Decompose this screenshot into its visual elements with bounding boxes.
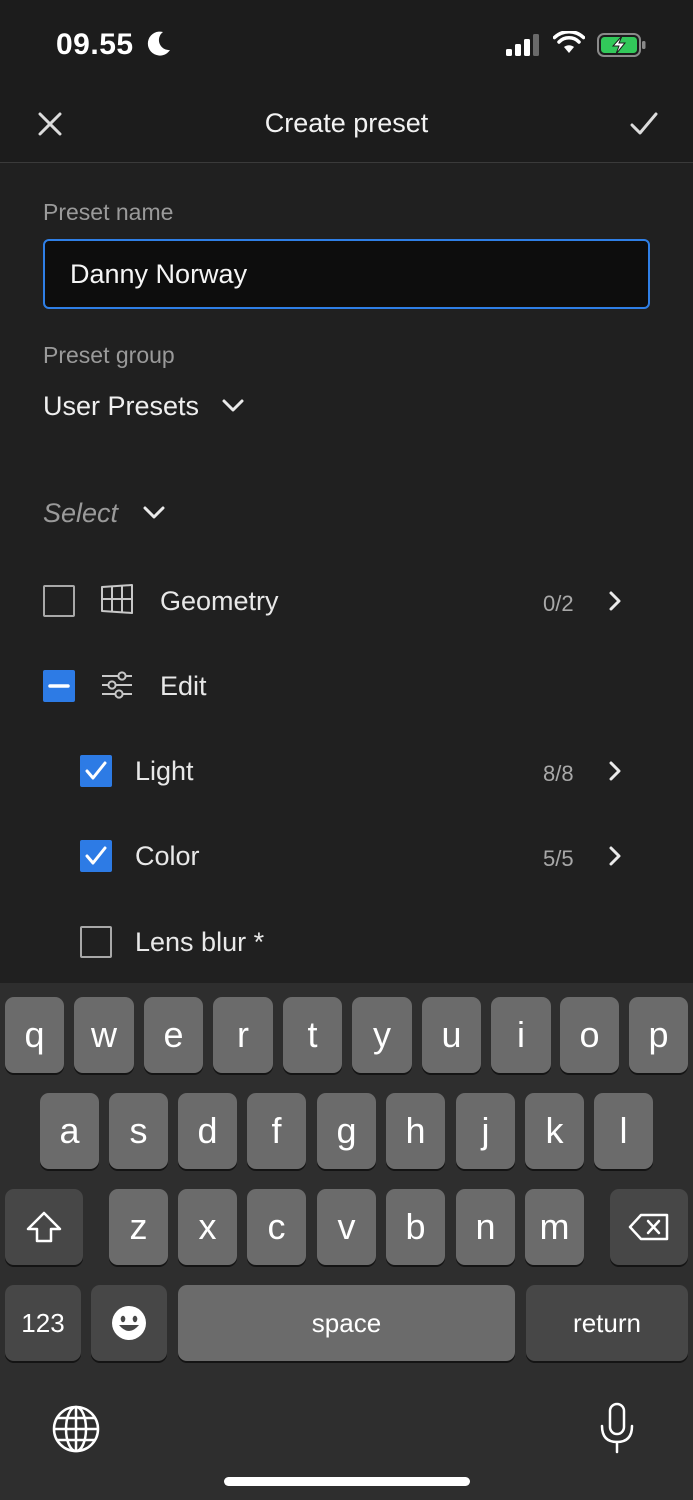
key-w[interactable]: w	[74, 997, 134, 1073]
status-bar: 09.55	[0, 0, 693, 90]
chevron-down-icon	[143, 506, 165, 519]
page-title: Create preset	[264, 108, 429, 138]
chevron-down-icon	[222, 399, 244, 412]
preset-group-value: User Presets	[43, 390, 200, 421]
backspace-key[interactable]	[610, 1189, 688, 1265]
list-item-geometry[interactable]: Geometry 0/2	[0, 566, 693, 636]
key-m[interactable]: m	[525, 1189, 584, 1265]
color-checkbox[interactable]	[80, 840, 112, 872]
geometry-label: Geometry	[160, 586, 279, 616]
moon-icon	[147, 31, 170, 56]
list-item-lens-blur[interactable]: Lens blur *	[0, 907, 693, 977]
key-o[interactable]: o	[560, 997, 619, 1073]
list-item-color[interactable]: Color 5/5	[0, 821, 693, 891]
key-q[interactable]: q	[5, 997, 64, 1073]
key-z[interactable]: z	[109, 1189, 168, 1265]
microphone-icon[interactable]	[598, 1402, 636, 1456]
key-j[interactable]: j	[456, 1093, 515, 1169]
edit-label: Edit	[160, 671, 207, 701]
key-t[interactable]: t	[283, 997, 342, 1073]
preset-name-input[interactable]	[43, 239, 650, 309]
return-key[interactable]: return	[526, 1285, 688, 1361]
key-b[interactable]: b	[386, 1189, 445, 1265]
globe-icon[interactable]	[51, 1404, 101, 1454]
chevron-right-icon[interactable]	[607, 845, 623, 867]
geometry-grid-icon	[101, 584, 133, 614]
checkmark-icon	[85, 761, 107, 780]
preset-group-dropdown[interactable]: User Presets	[43, 386, 245, 426]
edit-checkbox[interactable]	[43, 670, 75, 702]
light-checkbox[interactable]	[80, 755, 112, 787]
key-g[interactable]: g	[317, 1093, 376, 1169]
cellular-signal-icon	[506, 34, 539, 56]
key-x[interactable]: x	[178, 1189, 237, 1265]
key-k[interactable]: k	[525, 1093, 584, 1169]
home-indicator[interactable]	[224, 1477, 470, 1486]
header-bar: Create preset	[0, 90, 693, 163]
backspace-icon	[628, 1213, 669, 1241]
key-e[interactable]: e	[144, 997, 203, 1073]
keyboard: q w e r t y u i o p a s d f g h j k l z …	[0, 983, 693, 1500]
confirm-button[interactable]	[623, 104, 665, 144]
key-y[interactable]: y	[352, 997, 412, 1073]
preset-name-label: Preset name	[43, 199, 174, 225]
preset-group-label: Preset group	[43, 342, 175, 368]
key-l[interactable]: l	[594, 1093, 653, 1169]
key-n[interactable]: n	[456, 1189, 515, 1265]
numbers-key[interactable]: 123	[5, 1285, 81, 1361]
emoji-key[interactable]	[91, 1285, 167, 1361]
geometry-checkbox[interactable]	[43, 585, 75, 617]
color-count: 5/5	[543, 846, 574, 871]
key-p[interactable]: p	[629, 997, 688, 1073]
checkmark-icon	[630, 112, 658, 135]
key-c[interactable]: c	[247, 1189, 306, 1265]
key-s[interactable]: s	[109, 1093, 168, 1169]
key-d[interactable]: d	[178, 1093, 237, 1169]
battery-charging-icon	[597, 33, 646, 57]
key-i[interactable]: i	[491, 997, 551, 1073]
chevron-right-icon[interactable]	[607, 590, 623, 612]
key-a[interactable]: a	[40, 1093, 99, 1169]
key-r[interactable]: r	[213, 997, 273, 1073]
list-item-light[interactable]: Light 8/8	[0, 736, 693, 806]
sliders-icon	[102, 671, 132, 699]
key-h[interactable]: h	[386, 1093, 445, 1169]
key-f[interactable]: f	[247, 1093, 306, 1169]
shift-icon	[26, 1211, 62, 1243]
space-key[interactable]: space	[178, 1285, 515, 1361]
minus-icon	[48, 684, 70, 688]
chevron-right-icon[interactable]	[607, 760, 623, 782]
select-label: Select	[43, 497, 119, 528]
key-u[interactable]: u	[422, 997, 481, 1073]
lens-blur-label: Lens blur *	[135, 927, 265, 957]
list-item-edit[interactable]: Edit	[0, 651, 693, 721]
shift-key[interactable]	[5, 1189, 83, 1265]
light-label: Light	[135, 756, 194, 786]
light-count: 8/8	[543, 761, 574, 786]
emoji-icon	[112, 1306, 146, 1340]
status-time: 09.55	[56, 28, 134, 61]
lens-blur-checkbox[interactable]	[80, 926, 112, 958]
wifi-icon	[553, 31, 585, 53]
geometry-count: 0/2	[543, 591, 574, 616]
color-label: Color	[135, 841, 200, 871]
key-v[interactable]: v	[317, 1189, 376, 1265]
select-dropdown[interactable]: Select	[43, 493, 166, 533]
checkmark-icon	[85, 846, 107, 865]
